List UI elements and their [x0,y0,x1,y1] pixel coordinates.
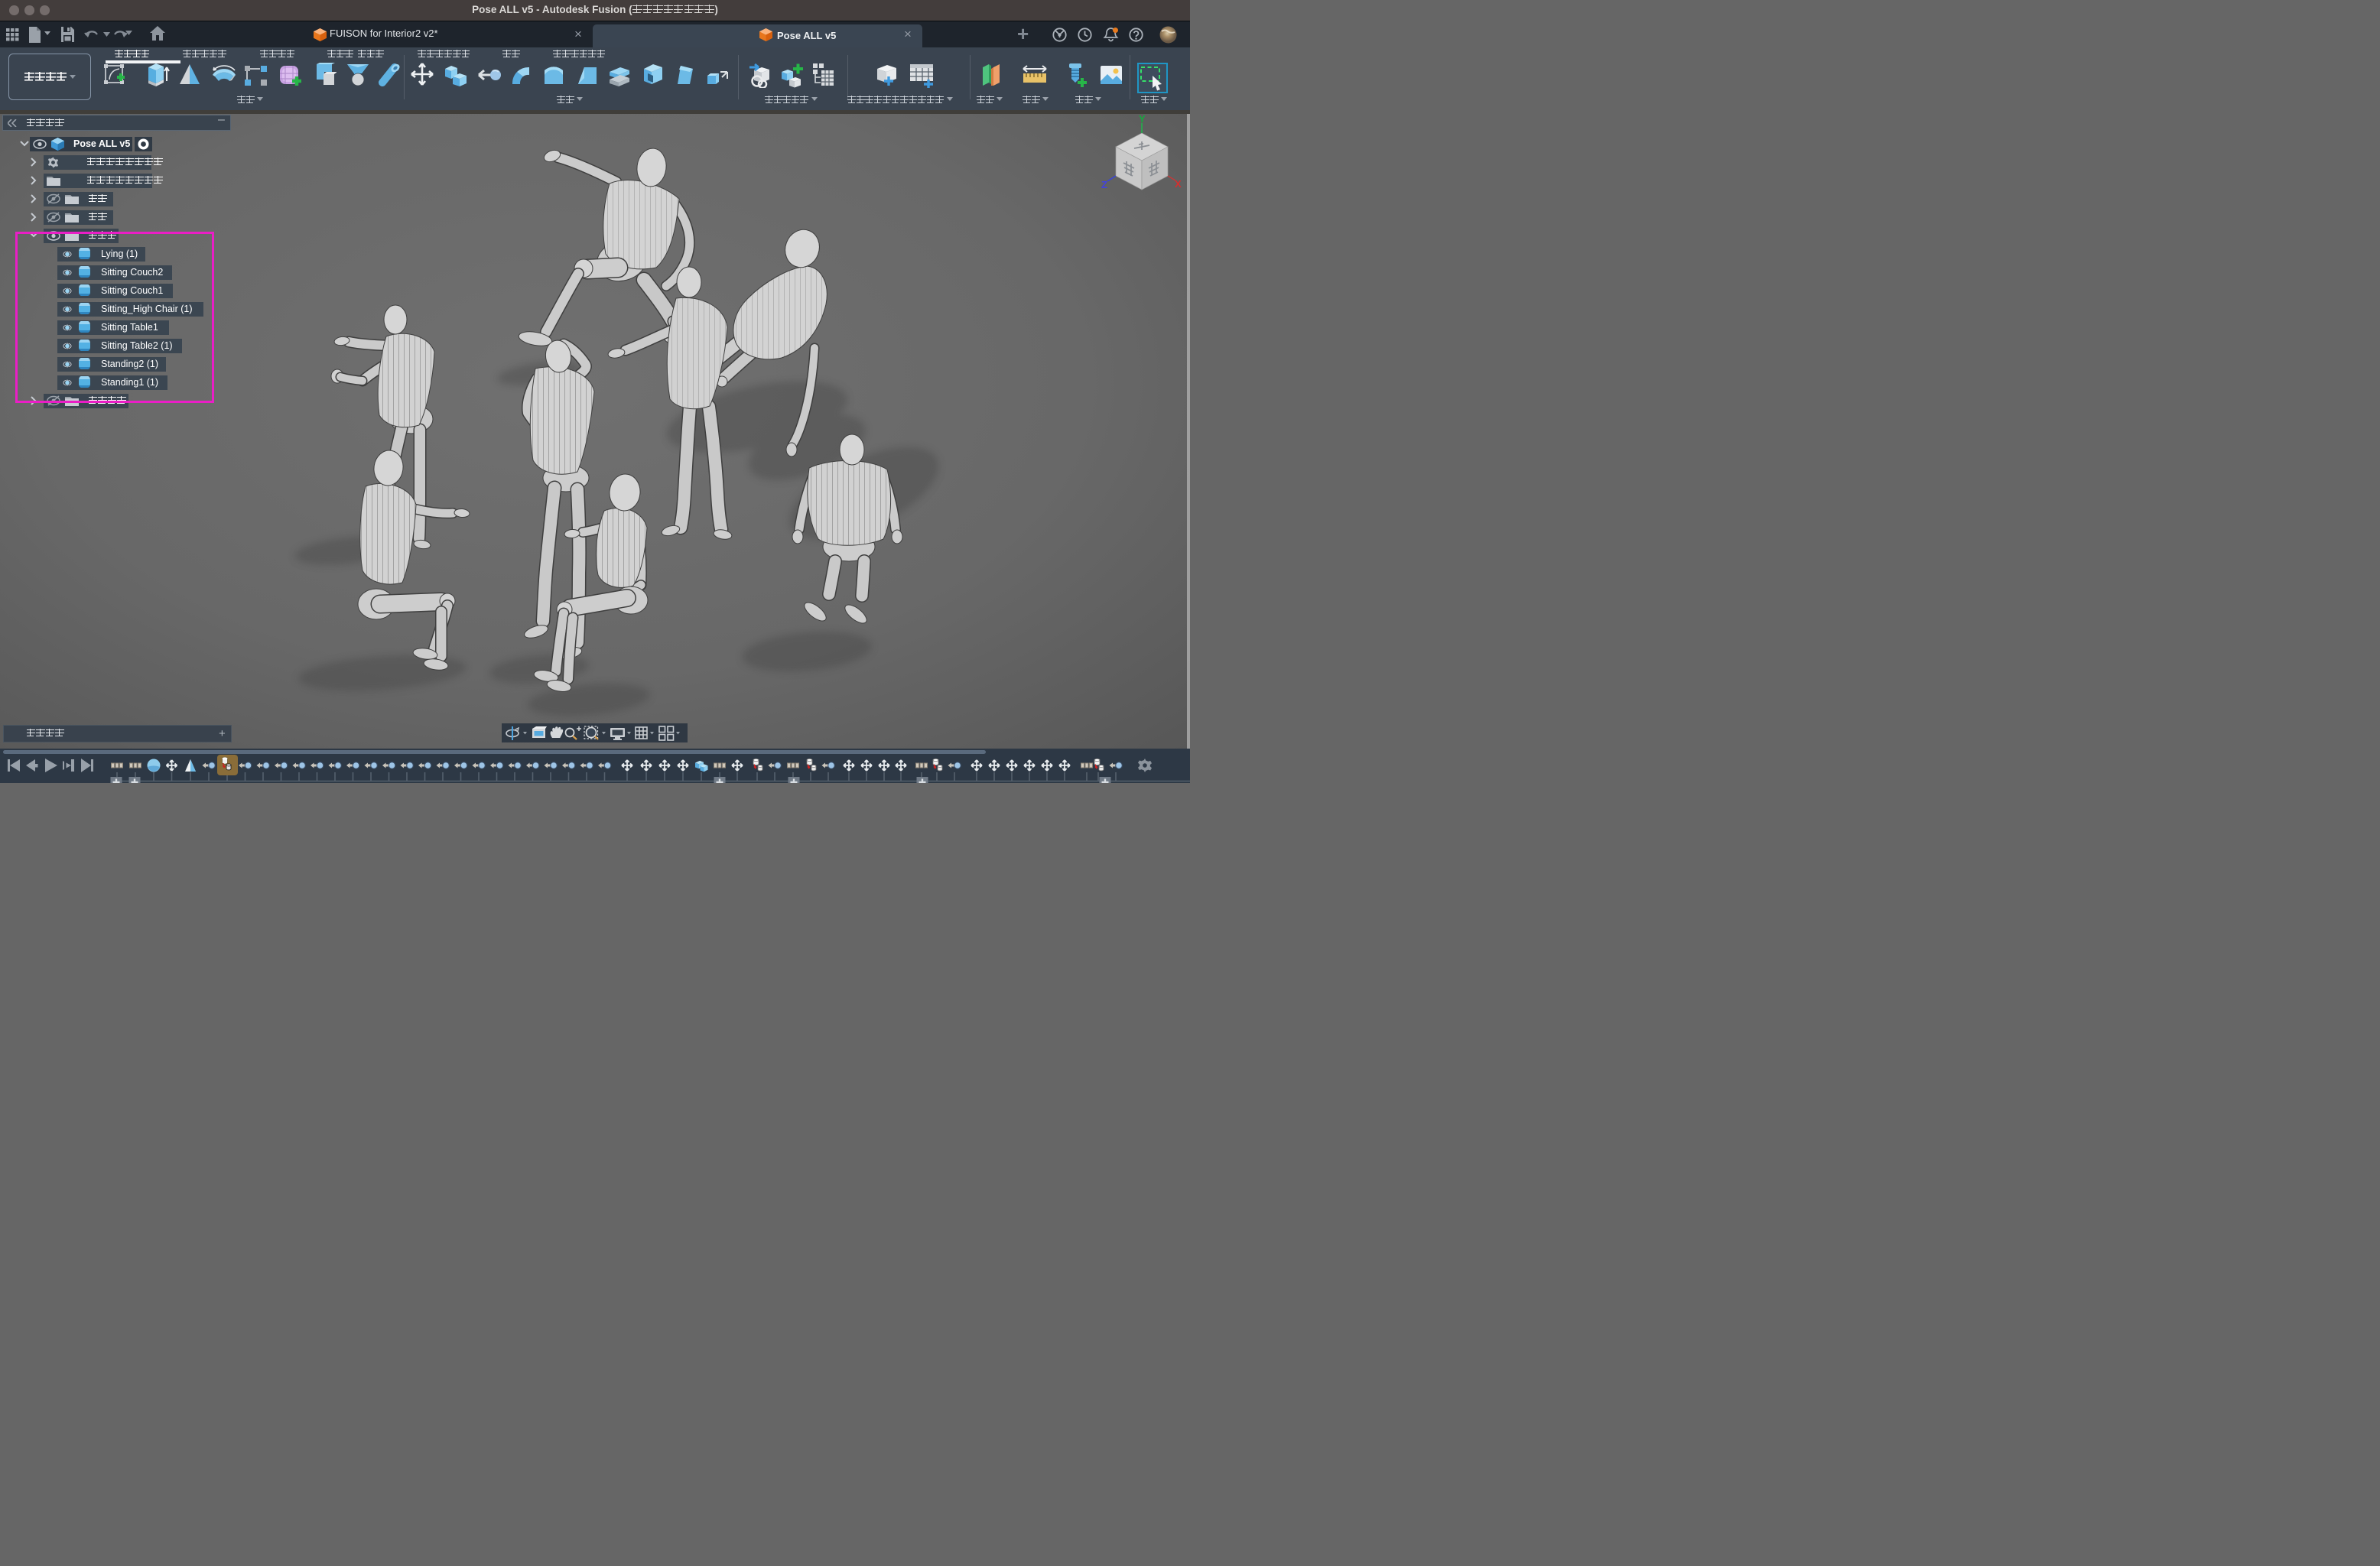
svg-text:Z: Z [1101,179,1107,190]
svg-text:X: X [1175,178,1182,190]
svg-text:Y: Y [1139,113,1146,125]
